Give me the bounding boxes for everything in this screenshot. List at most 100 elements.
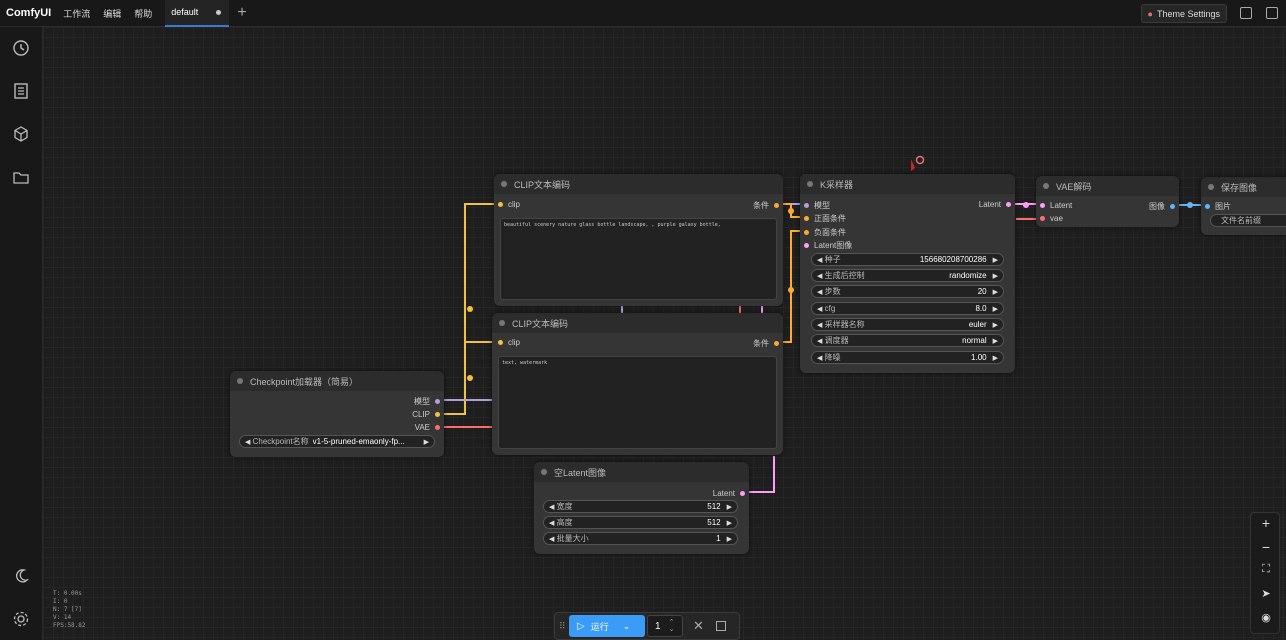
widget-steps[interactable]: ◀ 步数 20 ▶ [811,285,1004,298]
decrement-arrow-icon[interactable]: ◀ [549,535,554,543]
decrement-arrow-icon[interactable]: ◀ [817,305,822,313]
increment-arrow-icon[interactable]: ▶ [727,503,732,511]
prompt-textarea[interactable]: beautiful scenery nature glass bottle la… [500,218,777,300]
run-button[interactable]: ▷ 运行 ⌄ [569,615,645,637]
decrement-arrow-icon[interactable]: ◀ [817,256,822,264]
increment-arrow-icon[interactable]: ▶ [993,256,998,264]
widget-control-after-generate[interactable]: ◀ 生成后控制 randomize ▶ [811,269,1004,282]
chevron-down-icon[interactable]: ⌄ [623,621,631,632]
increment-arrow-icon[interactable]: ▶ [993,305,998,313]
collapse-dot-icon[interactable] [541,469,547,475]
increment-arrow-icon[interactable]: ▶ [993,354,998,362]
increment-arrow-icon[interactable]: ▶ [993,337,998,345]
output-slot-clip[interactable]: CLIP [412,410,440,419]
increment-arrow-icon[interactable]: ▶ [424,438,429,446]
node-title[interactable]: VAE解码 [1036,176,1179,196]
clip-text-encode-node-negative[interactable]: CLIP文本编码 clip 条件 text, watermark [492,313,783,455]
history-icon[interactable] [12,39,30,57]
bottom-panel-icon[interactable] [1240,7,1252,19]
node-title[interactable]: K采样器 [800,174,1015,194]
decrement-arrow-icon[interactable]: ◀ [549,519,554,527]
menu-workflow[interactable]: 工作流 [63,7,90,20]
node-title[interactable]: Checkpoint加载器（简易） [230,371,444,391]
increment-arrow-icon[interactable]: ▶ [993,272,998,280]
workflows-folder-icon[interactable] [12,168,30,186]
input-slot-vae[interactable]: vae [1040,214,1063,223]
output-slot-latent[interactable]: Latent [979,200,1011,209]
output-slot-image[interactable]: 图像 [1149,201,1175,212]
increment-arrow-icon[interactable]: ▶ [993,321,998,329]
cancel-x-icon[interactable]: ✕ [693,618,704,634]
output-slot-conditioning[interactable]: 条件 [753,338,779,349]
collapse-dot-icon[interactable] [499,320,505,326]
batch-count-stepper[interactable]: 1 ⌃ ⌄ [647,615,683,637]
zoom-out-icon[interactable]: − [1251,539,1281,555]
add-tab-icon[interactable]: + [237,4,246,22]
tab-default[interactable]: default [165,0,230,27]
input-slot-negative[interactable]: 负面条件 [804,227,846,238]
queue-icon[interactable] [12,82,30,100]
node-title[interactable]: CLIP文本编码 [492,313,783,333]
widget-scheduler[interactable]: ◀ 调度器 normal ▶ [811,334,1004,347]
output-slot-vae[interactable]: VAE [415,423,440,432]
theme-settings-button[interactable]: ● Theme Settings [1140,4,1227,23]
fullscreen-icon[interactable] [1266,7,1278,19]
input-slot-latent[interactable]: Latent [1040,201,1072,210]
output-slot-model[interactable]: 模型 [414,396,440,407]
menu-help[interactable]: 帮助 [134,7,152,20]
stepper-arrows-icon[interactable]: ⌃ ⌄ [669,619,675,633]
vae-decode-node[interactable]: VAE解码 Latent vae 图像 [1036,176,1179,227]
increment-arrow-icon[interactable]: ▶ [727,519,732,527]
decrement-arrow-icon[interactable]: ◀ [549,503,554,511]
input-slot-images[interactable]: 图片 [1205,201,1231,212]
input-slot-clip[interactable]: clip [498,338,520,347]
widget-seed[interactable]: ◀ 种子 156680208700286 ▶ [811,253,1004,266]
zoom-in-icon[interactable]: + [1251,515,1281,531]
stop-square-icon[interactable] [715,621,726,631]
output-slot-conditioning[interactable]: 条件 [753,200,779,211]
drag-handle-icon[interactable]: ⠿ [559,621,566,632]
menu-edit[interactable]: 编辑 [103,7,121,20]
decrement-arrow-icon[interactable]: ◀ [245,438,250,446]
input-slot-latent[interactable]: Latent图像 [804,240,852,251]
widget-cfg[interactable]: ◀ cfg 8.0 ▶ [811,302,1004,315]
output-slot-latent[interactable]: Latent [713,489,745,498]
dark-mode-moon-icon[interactable] [12,567,30,585]
fit-view-icon[interactable]: ⛶ [1251,563,1281,576]
clip-text-encode-node-positive[interactable]: CLIP文本编码 clip 条件 beautiful scenery natur… [494,174,783,306]
app-logo[interactable]: ComfyUI [6,7,51,19]
widget-filename-prefix[interactable]: 文件名前缀 [1210,214,1286,227]
ksampler-node[interactable]: K采样器 模型 正面条件 负面条件 Latent图像 Latent ◀ 种子 15… [800,174,1015,373]
prompt-textarea[interactable]: text, watermark [498,356,777,449]
collapse-dot-icon[interactable] [1208,184,1214,190]
save-image-node[interactable]: 保存图像 图片 文件名前缀 [1201,177,1286,235]
collapse-dot-icon[interactable] [501,181,507,187]
increment-arrow-icon[interactable]: ▶ [993,288,998,296]
input-slot-clip[interactable]: clip [498,200,520,209]
node-title[interactable]: 空Latent图像 [534,462,749,482]
widget-denoise[interactable]: ◀ 降噪 1.00 ▶ [811,351,1004,364]
widget-checkpoint-name[interactable]: ◀ Checkpoint名称 v1-5-pruned-emaonly-fp... ▶ [239,435,435,448]
collapse-dot-icon[interactable] [1043,183,1049,189]
decrement-arrow-icon[interactable]: ◀ [817,337,822,345]
widget-width[interactable]: ◀ 宽度 512 ▶ [543,500,738,513]
checkpoint-loader-node[interactable]: Checkpoint加载器（简易） 模型 CLIP VAE ◀ Checkpoi… [230,371,444,457]
node-title[interactable]: CLIP文本编码 [494,174,783,194]
widget-batch-size[interactable]: ◀ 批量大小 1 ▶ [543,532,738,545]
widget-height[interactable]: ◀ 高度 512 ▶ [543,516,738,529]
widget-sampler-name[interactable]: ◀ 采样器名称 euler ▶ [811,318,1004,331]
decrement-arrow-icon[interactable]: ◀ [817,288,822,296]
toggle-links-visibility-icon[interactable]: ◉ [1251,611,1281,624]
collapse-dot-icon[interactable] [807,181,813,187]
input-slot-positive[interactable]: 正面条件 [804,213,846,224]
pointer-mode-icon[interactable]: ➤ [1251,587,1281,600]
empty-latent-image-node[interactable]: 空Latent图像 Latent ◀ 宽度 512 ▶ ◀ 高度 512 ▶ ◀ 批量大… [534,462,749,554]
input-slot-model[interactable]: 模型 [804,200,830,211]
decrement-arrow-icon[interactable]: ◀ [817,272,822,280]
increment-arrow-icon[interactable]: ▶ [727,535,732,543]
decrement-arrow-icon[interactable]: ◀ [817,321,822,329]
decrement-arrow-icon[interactable]: ◀ [817,354,822,362]
node-title[interactable]: 保存图像 [1201,177,1286,197]
settings-gear-icon[interactable] [12,610,30,628]
collapse-dot-icon[interactable] [237,378,243,384]
